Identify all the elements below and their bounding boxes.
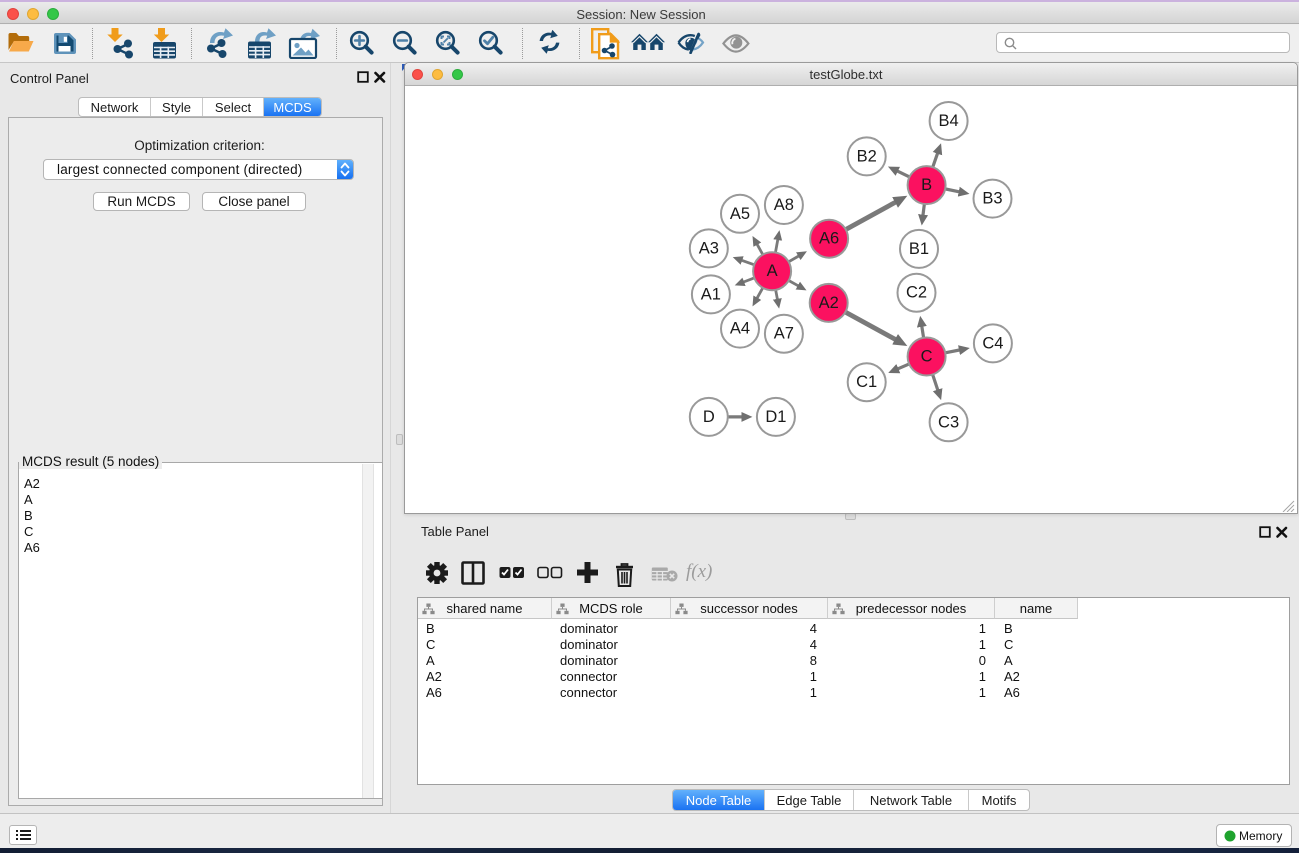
svg-text:C4: C4 xyxy=(982,334,1003,352)
svg-text:B4: B4 xyxy=(939,112,959,130)
svg-text:A: A xyxy=(767,262,778,280)
svg-text:B1: B1 xyxy=(909,240,929,258)
svg-text:C3: C3 xyxy=(938,413,959,431)
svg-text:C: C xyxy=(921,348,933,366)
svg-text:B: B xyxy=(921,176,932,194)
svg-text:C1: C1 xyxy=(856,373,877,391)
svg-text:A3: A3 xyxy=(699,239,719,257)
svg-text:A6: A6 xyxy=(819,230,839,248)
svg-text:A7: A7 xyxy=(774,325,794,343)
svg-text:A2: A2 xyxy=(819,294,839,312)
svg-text:C2: C2 xyxy=(906,284,927,302)
svg-text:D: D xyxy=(703,408,715,426)
svg-text:A4: A4 xyxy=(730,320,750,338)
svg-text:B2: B2 xyxy=(857,147,877,165)
svg-text:D1: D1 xyxy=(765,408,786,426)
svg-text:A1: A1 xyxy=(701,285,721,303)
svg-text:A8: A8 xyxy=(774,196,794,214)
svg-text:A5: A5 xyxy=(730,205,750,223)
svg-text:B3: B3 xyxy=(982,190,1002,208)
